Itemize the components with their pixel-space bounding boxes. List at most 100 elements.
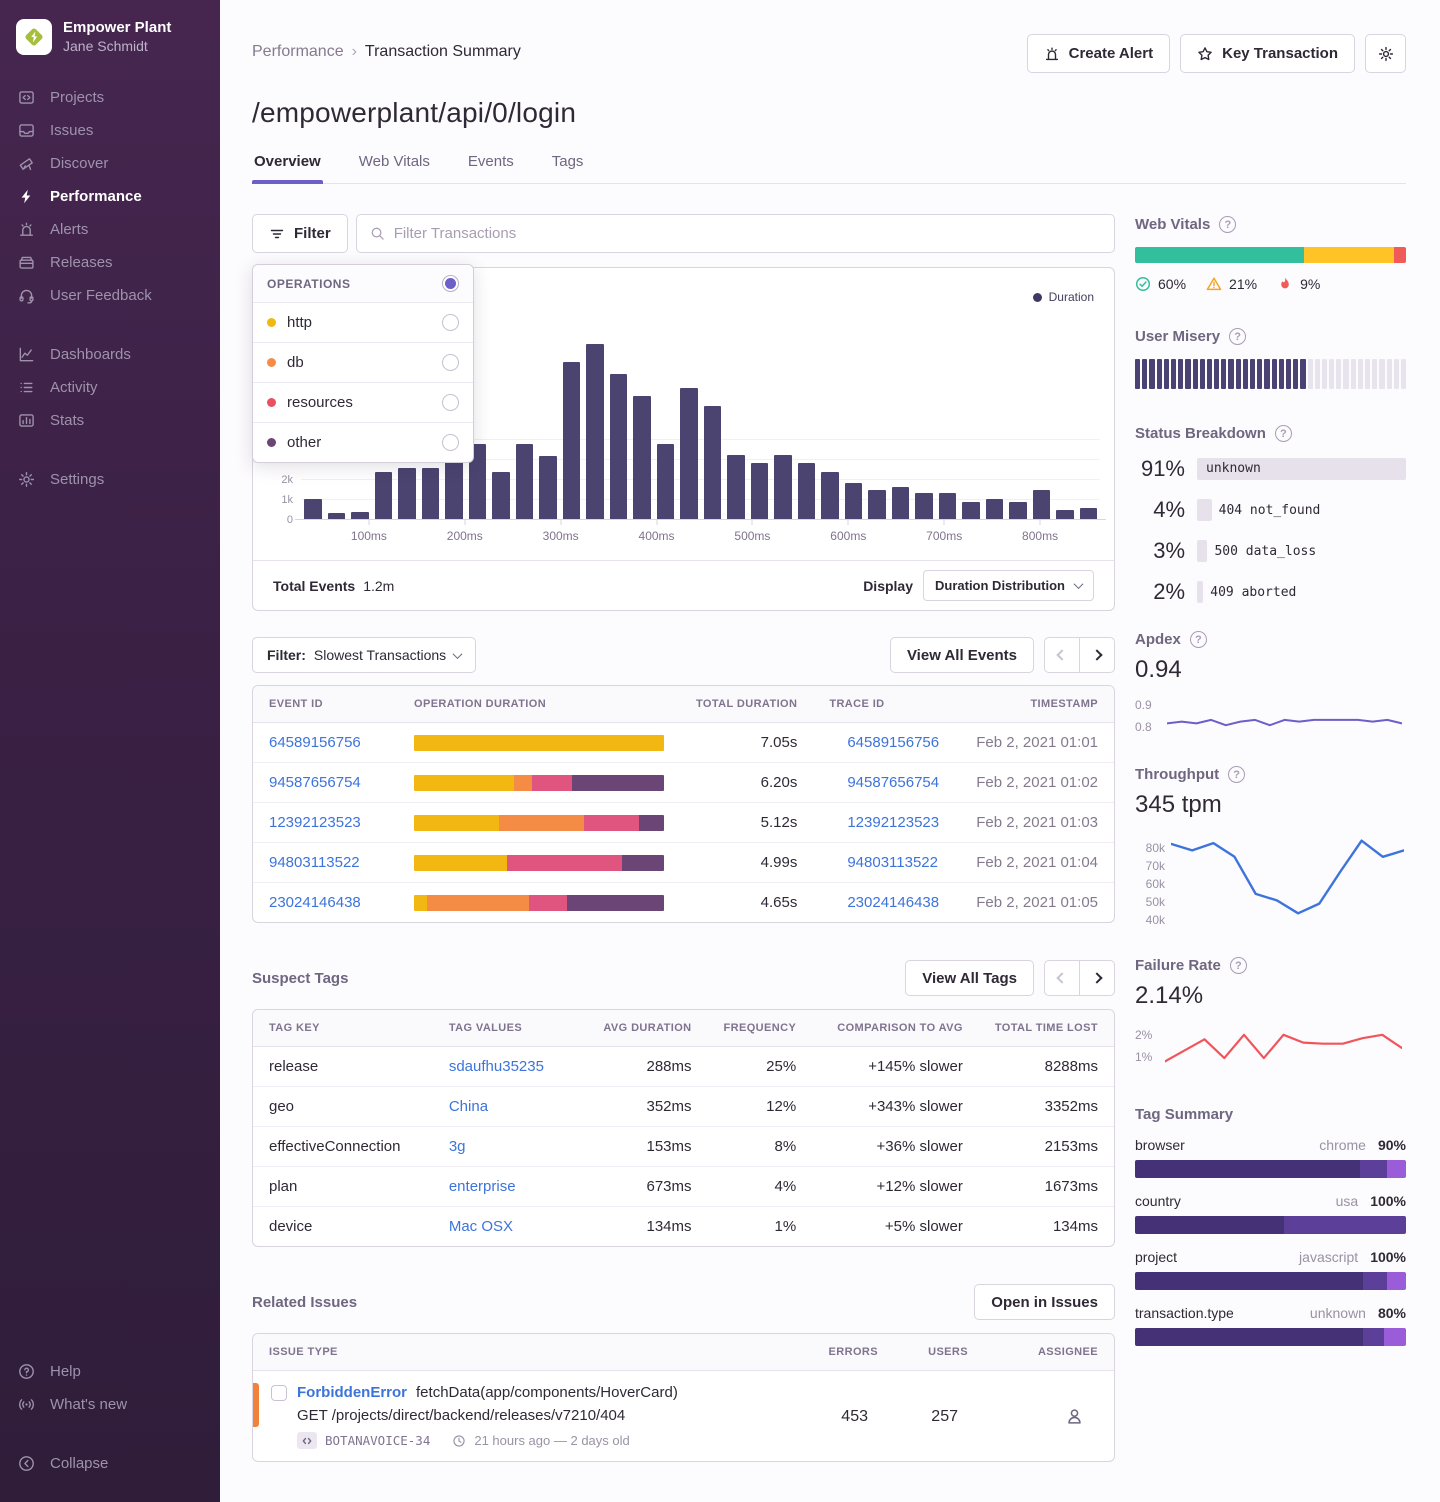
question-icon[interactable]: ?: [1228, 766, 1245, 783]
sidebar-item-help[interactable]: Help: [0, 1355, 220, 1388]
tag-distribution-bar: [1135, 1160, 1406, 1178]
trace-id-link[interactable]: 23024146438: [847, 894, 939, 911]
status-row: 91%unknown: [1135, 456, 1406, 482]
event-id-link[interactable]: 94803113522: [269, 854, 360, 871]
settings-gear-button[interactable]: [1365, 34, 1406, 73]
org-switcher[interactable]: Empower Plant Jane Schmidt: [0, 18, 220, 81]
assignee-icon[interactable]: [1065, 1407, 1084, 1426]
sidebar-item-settings[interactable]: Settings: [0, 463, 220, 496]
tag-value-link[interactable]: enterprise: [449, 1178, 516, 1195]
view-all-events-button[interactable]: View All Events: [890, 637, 1034, 673]
operation-radio[interactable]: [442, 354, 459, 371]
question-icon[interactable]: ?: [1219, 216, 1236, 233]
event-row: 123921235235.12s12392123523Feb 2, 2021 0…: [253, 803, 1114, 843]
operation-radio[interactable]: [442, 394, 459, 411]
trace-id-link[interactable]: 94803113522: [847, 854, 938, 871]
tab-overview[interactable]: Overview: [252, 153, 323, 183]
projects-icon: [18, 89, 35, 106]
operation-option-resources[interactable]: resources: [253, 382, 473, 422]
event-id-link[interactable]: 12392123523: [269, 814, 361, 831]
operation-radio[interactable]: [442, 434, 459, 451]
tab-web-vitals[interactable]: Web Vitals: [357, 153, 432, 183]
event-id-link[interactable]: 64589156756: [269, 734, 361, 751]
y-axis-label: 40k: [1135, 911, 1165, 929]
apdex-sparkline: 0.9 0.8: [1135, 696, 1406, 738]
trace-id-link[interactable]: 12392123523: [847, 814, 939, 831]
tab-tags[interactable]: Tags: [550, 153, 586, 183]
event-id-link[interactable]: 94587656754: [269, 774, 361, 791]
previous-page-button[interactable]: [1044, 960, 1080, 996]
histogram-bar: [304, 499, 322, 520]
display-select[interactable]: Duration Distribution: [923, 570, 1094, 601]
apdex-block: Apdex ? 0.94 0.9 0.8: [1135, 631, 1406, 738]
tag-value-link[interactable]: China: [449, 1098, 488, 1115]
question-icon[interactable]: ?: [1275, 425, 1292, 442]
histogram-bar: [375, 472, 393, 520]
sidebar-item-issues[interactable]: Issues: [0, 114, 220, 147]
tag-value-link[interactable]: Mac OSX: [449, 1218, 513, 1235]
sidebar-item-projects[interactable]: Projects: [0, 81, 220, 114]
trace-id-link[interactable]: 64589156756: [847, 734, 939, 751]
chevron-down-icon: [453, 649, 463, 659]
operation-option-db[interactable]: db: [253, 342, 473, 382]
histogram-bar: [727, 455, 745, 520]
trace-id-link[interactable]: 94587656754: [847, 774, 939, 791]
tag-summary-row: countryusa100%: [1135, 1193, 1406, 1234]
releases-icon: [18, 254, 35, 271]
operation-option-http[interactable]: http: [253, 302, 473, 342]
sidebar-item-collapse[interactable]: Collapse: [0, 1447, 220, 1480]
event-timestamp: Feb 2, 2021 01:01: [960, 723, 1114, 763]
tag-distribution-bar: [1135, 1272, 1406, 1290]
events-table-card: EVENT IDOPERATION DURATIONTOTAL DURATION…: [252, 685, 1115, 923]
y-axis-label: 60k: [1135, 875, 1165, 893]
create-alert-button[interactable]: Create Alert: [1027, 34, 1170, 73]
breadcrumb-parent[interactable]: Performance: [252, 43, 344, 60]
question-icon[interactable]: ?: [1230, 957, 1247, 974]
event-id-link[interactable]: 23024146438: [269, 894, 361, 911]
sidebar-item-user-feedback[interactable]: User Feedback: [0, 279, 220, 312]
sidebar-item-activity[interactable]: Activity: [0, 371, 220, 404]
next-page-button[interactable]: [1079, 637, 1115, 673]
search-input[interactable]: [394, 225, 1101, 242]
open-in-issues-button[interactable]: Open in Issues: [974, 1284, 1115, 1320]
events-filter-dropdown[interactable]: Filter: Slowest Transactions: [252, 637, 476, 673]
sidebar-item-what-s-new[interactable]: What's new: [0, 1388, 220, 1421]
tags-column-header: COMPARISON TO AVG: [812, 1010, 979, 1047]
operation-duration-bar: [414, 775, 664, 791]
question-icon[interactable]: ?: [1229, 328, 1246, 345]
histogram-bar: [751, 463, 769, 520]
code-icon: [300, 1434, 314, 1448]
sidebar-item-dashboards[interactable]: Dashboards: [0, 338, 220, 371]
sidebar-item-alerts[interactable]: Alerts: [0, 213, 220, 246]
tab-events[interactable]: Events: [466, 153, 516, 183]
key-transaction-button[interactable]: Key Transaction: [1180, 34, 1355, 73]
next-page-button[interactable]: [1079, 960, 1115, 996]
discover-icon: [18, 155, 35, 172]
sidebar-item-releases[interactable]: Releases: [0, 246, 220, 279]
suspect-tags-card: TAG KEYTAG VALUESAVG DURATIONFREQUENCYCO…: [252, 1009, 1115, 1247]
tag-value-link[interactable]: sdaufhu35235: [449, 1058, 544, 1075]
histogram-bar: [845, 483, 863, 520]
sidebar-item-stats[interactable]: Stats: [0, 404, 220, 437]
issue-level-indicator: [253, 1383, 259, 1427]
tag-value-link[interactable]: 3g: [449, 1138, 466, 1155]
events-table: EVENT IDOPERATION DURATIONTOTAL DURATION…: [253, 686, 1114, 922]
operations-dropdown: OPERATIONShttpdbresourcesother: [252, 264, 474, 463]
web-vitals-block: Web Vitals ? 60%21%9%: [1135, 216, 1406, 292]
sidebar-item-discover[interactable]: Discover: [0, 147, 220, 180]
issue-checkbox[interactable]: [271, 1385, 287, 1401]
topbar: Performance›Transaction Summary Create A…: [252, 34, 1406, 73]
operation-radio[interactable]: [442, 314, 459, 331]
tag-key: device: [253, 1207, 433, 1247]
sidebar-item-performance[interactable]: Performance: [0, 180, 220, 213]
alerts-icon: [18, 221, 35, 238]
previous-page-button[interactable]: [1044, 637, 1080, 673]
operation-option-other[interactable]: other: [253, 422, 473, 462]
operations-all-radio[interactable]: [442, 275, 459, 292]
issue-error-type-link[interactable]: ForbiddenError: [297, 1384, 407, 1401]
view-all-tags-button[interactable]: View All Tags: [905, 960, 1034, 996]
question-icon[interactable]: ?: [1190, 631, 1207, 648]
filter-button[interactable]: Filter: [252, 214, 348, 253]
summary-rail: Web Vitals ? 60%21%9% User Misery ? St: [1135, 214, 1406, 1462]
issue-users-count: 257: [878, 1408, 968, 1426]
